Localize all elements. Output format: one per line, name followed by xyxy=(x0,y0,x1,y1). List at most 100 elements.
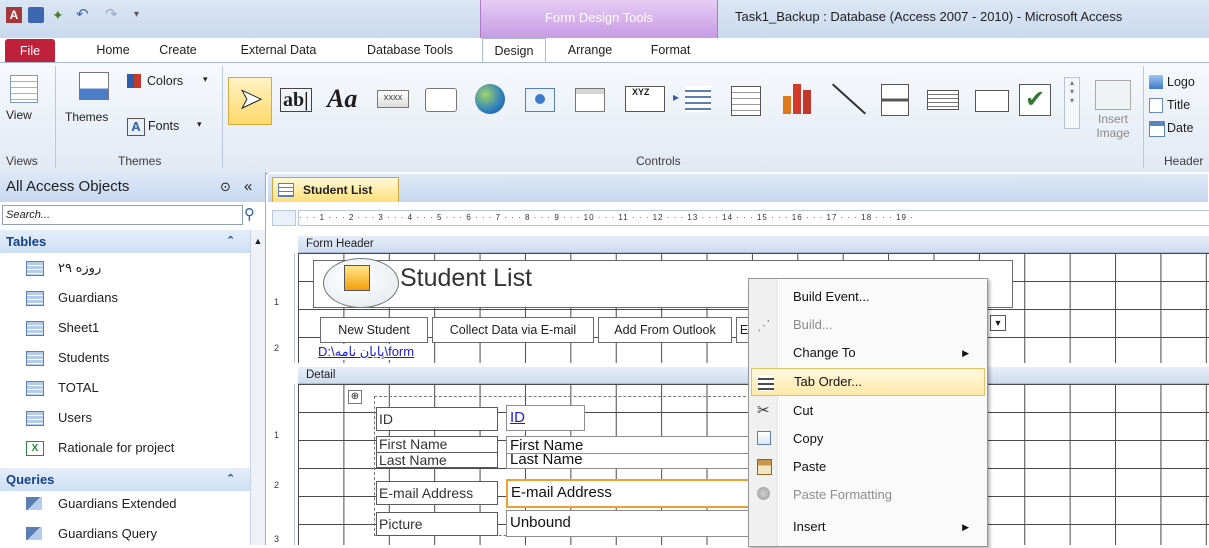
themes-button[interactable]: Themes xyxy=(62,67,124,129)
navigation-control[interactable] xyxy=(570,83,612,117)
nav-menu-chevron-icon[interactable]: ⊙ xyxy=(220,172,231,202)
rectangle-control[interactable] xyxy=(968,83,1014,117)
chevron-down-icon: ▾ xyxy=(203,74,208,84)
menu-item-cut[interactable]: ✂ Cut xyxy=(751,397,983,425)
picture-label[interactable]: Picture xyxy=(376,512,498,536)
toggle-button-control[interactable] xyxy=(874,81,916,119)
redo-icon[interactable]: ↷ xyxy=(105,7,121,23)
tab-external-data[interactable]: External Data xyxy=(226,38,331,62)
colors-button[interactable]: Colors ▾ xyxy=(126,71,218,93)
id-field[interactable]: ID xyxy=(506,405,585,431)
submenu-arrow-icon: ▶ xyxy=(962,348,969,358)
tab-home[interactable]: Home xyxy=(88,38,138,62)
chart-control[interactable] xyxy=(774,77,820,121)
nav-group-tables[interactable]: Tables ⌃ xyxy=(0,230,250,253)
vertical-ruler-detail: 1 2 3 xyxy=(272,384,295,545)
label-icon: Aa xyxy=(327,84,358,113)
tab-control[interactable] xyxy=(420,81,462,119)
combo-dropdown-icon[interactable]: ▼ xyxy=(990,315,1006,331)
tab-design[interactable]: Design xyxy=(482,38,546,64)
tab-create[interactable]: Create xyxy=(143,38,213,62)
menu-item-tab-order[interactable]: Tab Order... xyxy=(751,368,985,396)
nav-group-queries[interactable]: Queries ⌃ xyxy=(0,468,250,491)
tab-file[interactable]: File xyxy=(5,39,55,62)
logo-button[interactable]: Logo xyxy=(1148,73,1209,93)
form-selector[interactable] xyxy=(272,210,296,226)
save-icon[interactable] xyxy=(28,7,44,23)
email-address-label[interactable]: E-mail Address xyxy=(376,481,498,505)
date-time-button[interactable]: Date xyxy=(1148,119,1209,139)
collapse-up-icon: ⌃ xyxy=(226,473,236,485)
nav-scrollbar[interactable]: ▲ xyxy=(250,230,265,545)
add-from-outlook-button[interactable]: Add From Outlook xyxy=(598,317,732,343)
pointer-icon: ➤ xyxy=(238,83,263,114)
nav-item-linked-table[interactable]: X Rationale for project xyxy=(0,434,250,462)
search-icon[interactable]: ⚲ xyxy=(244,205,255,223)
text-box-control[interactable]: ab| xyxy=(276,83,318,117)
fonts-button[interactable]: A Fonts ▾ xyxy=(126,117,218,139)
nav-item-query[interactable]: Guardians Extended xyxy=(0,490,250,518)
nav-header[interactable]: All Access Objects ⊙ « xyxy=(0,172,265,202)
fonts-icon: A xyxy=(127,118,145,136)
hyperlink-label[interactable]: D:\پایان نامه\form xyxy=(318,344,415,360)
nav-collapse-icon[interactable]: « xyxy=(244,172,252,202)
menu-item-insert[interactable]: Insert ▶ xyxy=(751,513,983,541)
id-label[interactable]: ID xyxy=(376,407,498,431)
combo-box-control[interactable] xyxy=(724,79,768,121)
horizontal-ruler: · · · 1 · · · 2 · · · 3 · · · 4 · · · 5 … xyxy=(298,210,1209,226)
select-tool[interactable]: ➤ xyxy=(228,77,272,125)
themes-icon xyxy=(79,72,109,100)
tab-database-tools[interactable]: Database Tools xyxy=(354,38,466,62)
collapse-up-icon: ⌃ xyxy=(226,235,236,247)
tab-format[interactable]: Format xyxy=(633,38,708,62)
controls-gallery-scroll[interactable]: ▴ ▾ ▾ xyxy=(1064,77,1080,129)
nav-item-table[interactable]: ۲۹ روزه xyxy=(0,254,250,282)
image-icon xyxy=(1095,80,1131,110)
menu-item-build-event[interactable]: Build Event... xyxy=(751,283,983,311)
nav-item-table[interactable]: Students xyxy=(0,344,250,372)
tab-arrange[interactable]: Arrange xyxy=(554,38,626,62)
menu-item-paste[interactable]: Paste xyxy=(751,453,983,481)
customize-qat-icon[interactable]: ▾ xyxy=(134,7,150,23)
hyperlink-control[interactable] xyxy=(470,79,512,121)
toggle-icon xyxy=(881,84,909,116)
nav-item-table[interactable]: Guardians xyxy=(0,284,250,312)
layout-move-handle-icon[interactable]: ⊕ xyxy=(348,390,362,404)
insert-page-break-control[interactable]: ▸ xyxy=(672,79,718,121)
form-title[interactable]: Student List xyxy=(400,264,532,293)
tab-student-list[interactable]: Student List xyxy=(272,177,399,202)
first-name-field[interactable]: First Name xyxy=(506,436,751,454)
menu-item-paste-formatting[interactable]: Paste Formatting xyxy=(751,481,983,509)
last-name-label[interactable]: Last Name xyxy=(376,452,498,468)
group-label-views: Views xyxy=(6,154,38,168)
collect-data-email-button[interactable]: Collect Data via E-mail xyxy=(432,317,594,343)
nav-item-table[interactable]: Sheet1 xyxy=(0,314,250,342)
insert-image-button[interactable]: Insert Image xyxy=(1086,77,1140,149)
undo-icon[interactable]: ↶ xyxy=(76,7,92,23)
menu-item-change-to[interactable]: Change To ▶ xyxy=(751,339,983,367)
title-button[interactable]: Title xyxy=(1148,96,1209,116)
web-browser-control[interactable] xyxy=(520,83,562,117)
new-student-button[interactable]: New Student xyxy=(320,317,428,343)
button-control[interactable]: XXXX xyxy=(372,83,414,117)
picture-field[interactable]: Unbound xyxy=(506,510,751,537)
line-control[interactable] xyxy=(822,77,868,123)
menu-item-copy[interactable]: Copy xyxy=(751,425,983,453)
form-logo[interactable] xyxy=(323,258,399,308)
label-control[interactable]: Aa xyxy=(323,83,367,117)
list-box-control[interactable] xyxy=(920,83,964,117)
nav-item-table[interactable]: TOTAL xyxy=(0,374,250,402)
option-group-control[interactable]: XYZ xyxy=(620,79,666,119)
nav-search-input[interactable]: Search... xyxy=(2,205,243,225)
menu-item-build[interactable]: ⋰ Build... xyxy=(751,311,983,339)
view-button[interactable]: View xyxy=(3,69,45,141)
combo-box-icon xyxy=(731,86,761,116)
quick-access-tool-icon[interactable]: ✦ xyxy=(52,7,68,23)
last-name-field[interactable]: Last Name xyxy=(506,453,751,469)
nav-item-query[interactable]: Guardians Query xyxy=(0,520,250,548)
nav-item-table[interactable]: Users xyxy=(0,404,250,432)
check-box-control[interactable]: ✔ xyxy=(1014,79,1060,121)
email-address-field[interactable]: E-mail Address xyxy=(506,479,753,508)
form-header-section-bar[interactable]: Form Header xyxy=(298,236,1209,253)
window-title: Task1_Backup : Database (Access 2007 - 2… xyxy=(735,9,1123,24)
